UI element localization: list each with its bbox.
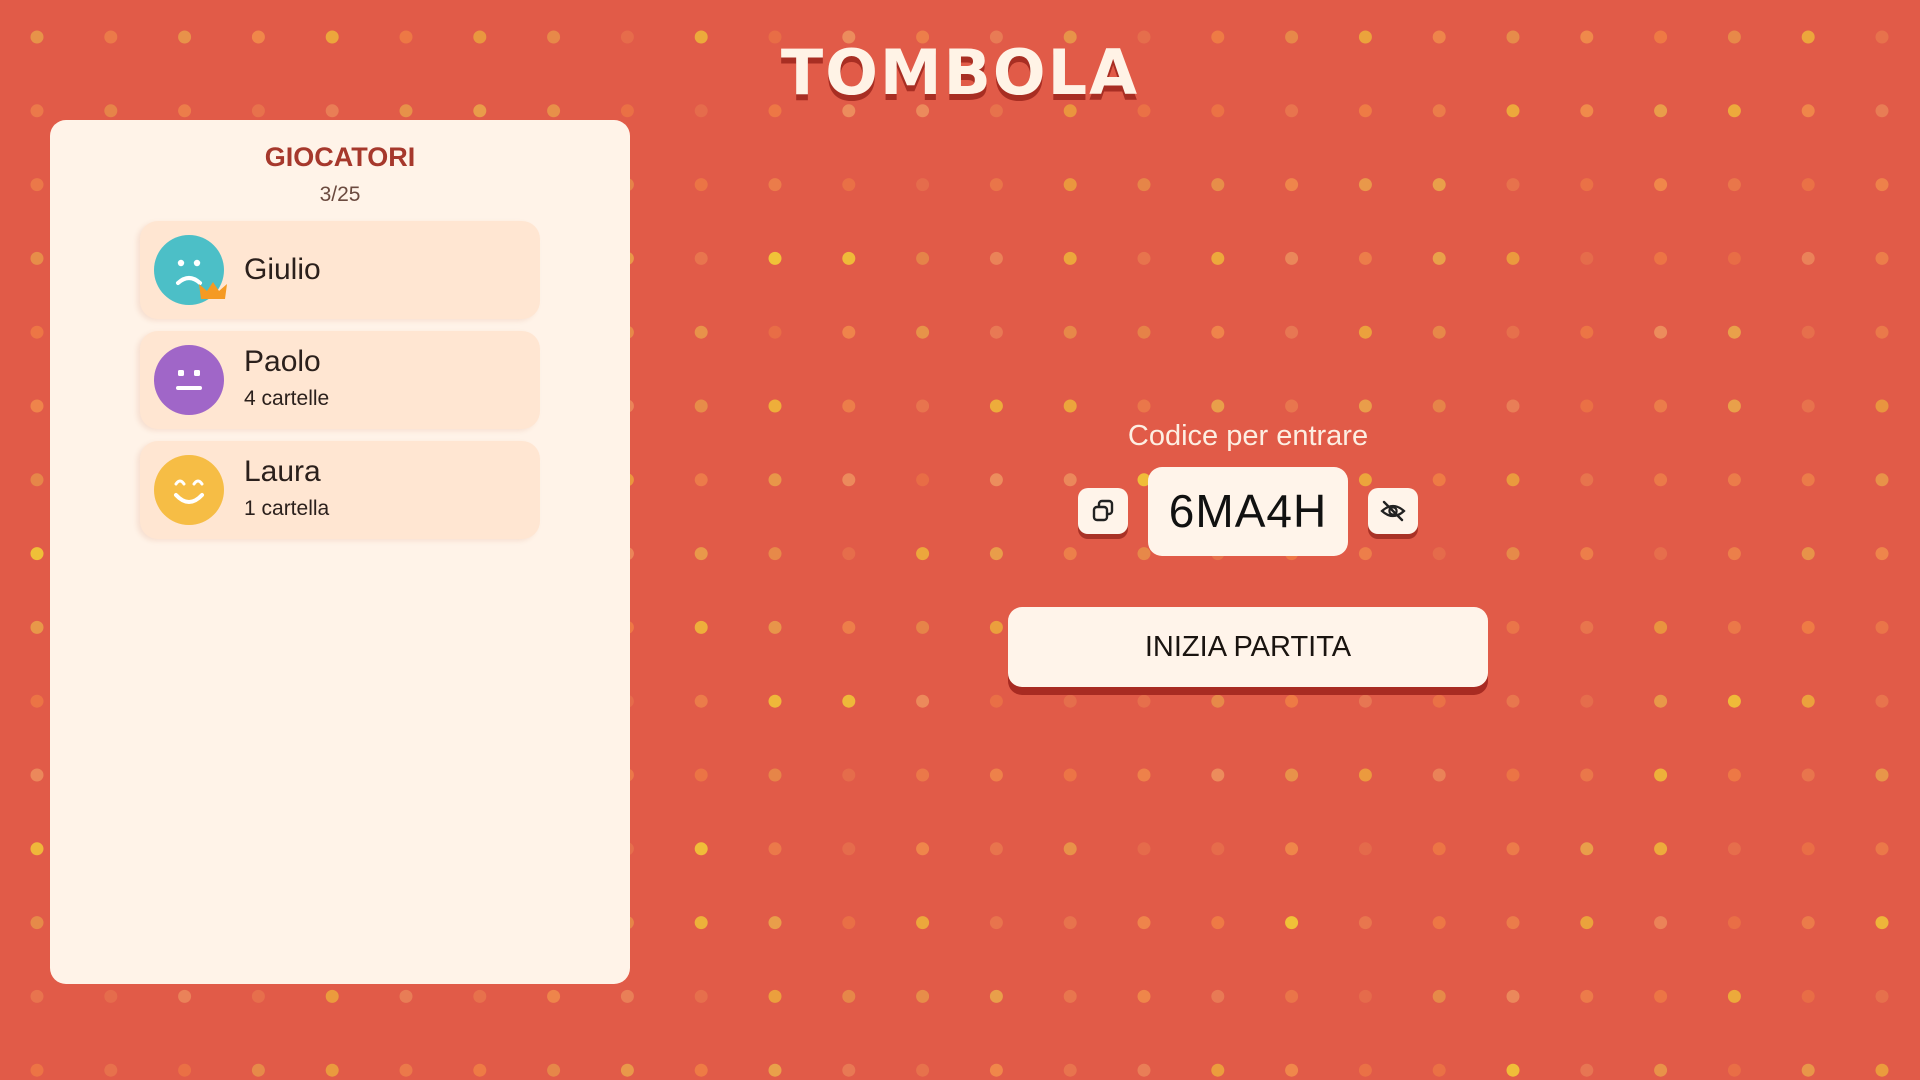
player-name: Laura bbox=[244, 455, 321, 488]
player-card-paolo: Paolo 4 cartelle bbox=[140, 331, 540, 429]
join-code: 6MA4H bbox=[1148, 467, 1348, 556]
join-code-label: Codice per entrare bbox=[1127, 420, 1369, 452]
crown-icon bbox=[199, 282, 227, 299]
players-panel-title: GIOCATORI bbox=[264, 142, 416, 172]
player-card-giulio: Giulio bbox=[140, 221, 540, 319]
hide-code-button[interactable] bbox=[1368, 488, 1418, 534]
eye-off-icon bbox=[1380, 500, 1406, 522]
app-logo: TOMBOLA bbox=[780, 36, 1140, 109]
players-panel: GIOCATORI 3/25 Giulio Paolo 4 cartelle L… bbox=[50, 120, 630, 984]
player-list: Giulio Paolo 4 cartelle Laura 1 cartella bbox=[50, 221, 630, 539]
avatar-happy-icon bbox=[154, 455, 224, 525]
player-name: Paolo bbox=[244, 345, 321, 378]
avatar-neutral-icon bbox=[154, 345, 224, 415]
player-cards-count: 1 cartella bbox=[244, 497, 330, 520]
player-cards-count: 4 cartelle bbox=[244, 387, 330, 410]
player-name: Giulio bbox=[244, 253, 321, 286]
players-count: 3/25 bbox=[319, 183, 361, 206]
player-card-laura: Laura 1 cartella bbox=[140, 441, 540, 539]
copy-icon bbox=[1092, 499, 1114, 522]
copy-code-button[interactable] bbox=[1078, 488, 1128, 534]
start-game-button[interactable]: INIZIA PARTITA bbox=[1008, 607, 1488, 687]
